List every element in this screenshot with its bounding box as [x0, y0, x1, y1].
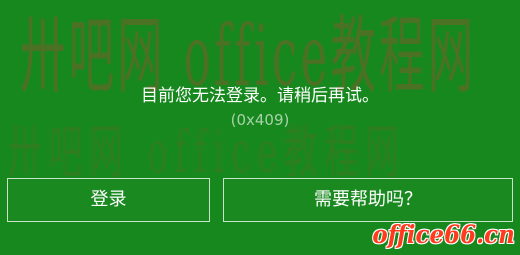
error-message: 目前您无法登录。请稍后再试。 [141, 86, 379, 106]
sign-in-button[interactable]: 登录 [7, 178, 210, 222]
site-watermark: office66.cn [372, 220, 515, 249]
error-code: (0x409) [230, 111, 290, 129]
help-button[interactable]: 需要帮助吗？ [223, 178, 513, 222]
sign-in-error-dialog: 卅吧网 office教程网 卅吧网 office教程网 目前您无法登录。请稍后再… [0, 0, 520, 255]
